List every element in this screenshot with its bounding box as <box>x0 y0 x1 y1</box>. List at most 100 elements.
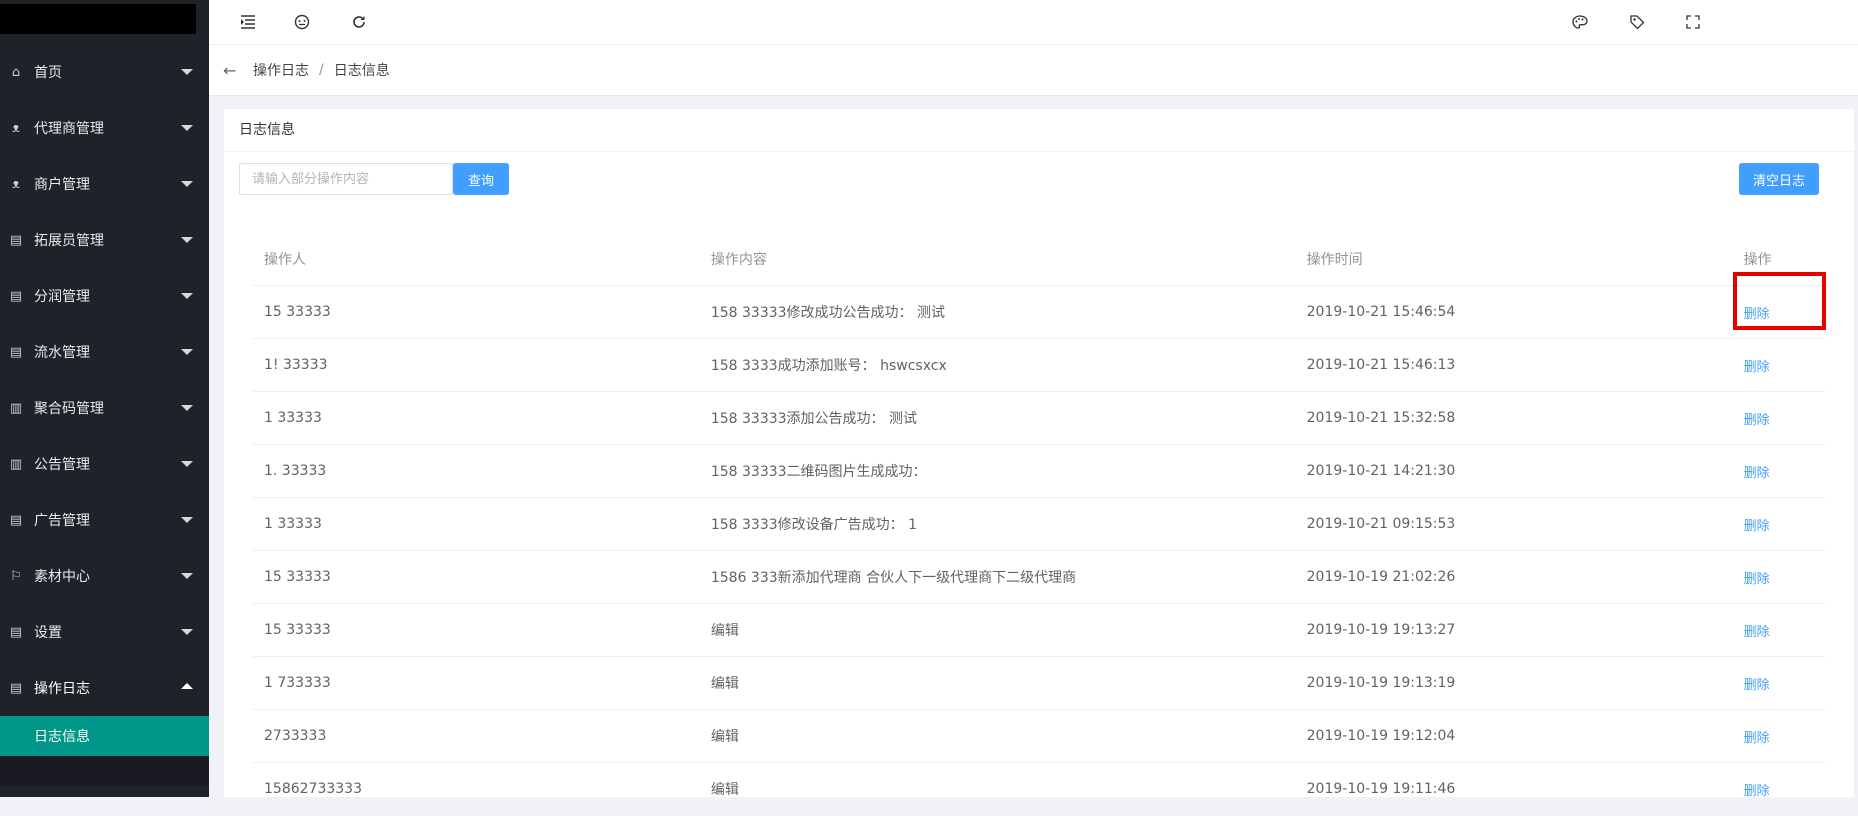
sidebar-item-label: 聚合码管理 <box>34 401 104 417</box>
table-row: 15862733333 编辑 2019-10-19 19:11:46 删除 <box>253 763 1825 816</box>
time-cell: 2019-10-21 15:32:58 <box>1306 410 1456 426</box>
chevron-down-icon <box>181 69 193 75</box>
sidebar-item[interactable]: ▤ 拓展员管理 <box>0 212 209 268</box>
palette-icon[interactable] <box>1570 12 1590 32</box>
sidebar-menu: ⌂ 首页 ᴥ 代理商管理 ᴥ 商户管理 ▤ 拓展员管理 ▤ 分润管理 ▤ 流水管理 ▥ 聚合码管理 ▥ 公告管… <box>0 44 209 786</box>
chevron-down-icon <box>181 461 193 467</box>
content-cell: 158 3333成功添加账号： hswcsxcx <box>710 358 947 374</box>
content-cell: 编辑 <box>710 729 739 745</box>
sidebar-item-label: 流水管理 <box>34 345 90 361</box>
table-row: 1! 33333 158 3333成功添加账号： hswcsxcx 2019-10-… <box>253 339 1825 392</box>
operator-cell: 15862733333 <box>264 781 362 797</box>
time-cell: 2019-10-19 19:13:19 <box>1306 675 1456 691</box>
table-body: 15 33333 158 33333修改成功公告成功： 测试 2019-10-21 … <box>253 286 1825 816</box>
user-icon: ᴥ <box>12 177 20 192</box>
back-arrow-icon[interactable]: ← <box>223 61 243 80</box>
table-row: 15 33333 158 33333修改成功公告成功： 测试 2019-10-21 … <box>253 286 1825 339</box>
face-icon[interactable] <box>292 12 312 32</box>
sidebar-item[interactable]: ⌂ 首页 <box>0 44 209 100</box>
column-header-action: 操作 <box>1743 252 1772 268</box>
table-row: 1 33333 158 33333添加公告成功： 测试 2019-10-21 15:… <box>253 392 1825 445</box>
query-button[interactable]: 查询 <box>453 163 509 195</box>
chevron-down-icon <box>181 629 193 635</box>
menu-toggle-icon[interactable] <box>238 12 258 32</box>
chevron-down-icon <box>181 405 193 411</box>
search-input[interactable] <box>239 163 453 195</box>
table-row: 1 733333 编辑 2019-10-19 19:13:19 删除 <box>253 657 1825 710</box>
breadcrumb-item-log-info: 日志信息 <box>333 63 390 79</box>
chevron-up-icon <box>181 683 193 689</box>
delete-cell: 删除 <box>1744 515 1825 534</box>
operator-cell: 1 733333 <box>264 675 331 691</box>
sidebar-item[interactable]: ▤ 设置 <box>0 604 209 660</box>
table-row: 1. 33333 158 33333二维码图片生成成功： 2019-10-21 14… <box>253 445 1825 498</box>
chevron-down-icon <box>181 349 193 355</box>
operator-cell: 15 33333 <box>264 304 331 320</box>
delete-link[interactable]: 删除 <box>1744 466 1770 481</box>
content-cell: 编辑 <box>710 623 739 639</box>
sidebar-item-label: 分润管理 <box>34 289 90 305</box>
sidebar-item[interactable]: ᴥ 商户管理 <box>0 156 209 212</box>
table-row: 15 33333 1586 333新添加代理商 合伙人下一级代理商下二级代理商 20… <box>253 551 1825 604</box>
clear-log-button[interactable]: 清空日志 <box>1739 163 1819 195</box>
delete-link[interactable]: 删除 <box>1744 519 1770 534</box>
sidebar-item[interactable]: ▤ 操作日志 <box>0 660 209 716</box>
sidebar-item-label: 首页 <box>34 65 62 81</box>
clipboard-icon: ▤ <box>9 512 23 528</box>
sidebar-item[interactable]: ⚐ 素材中心 <box>0 548 209 604</box>
column-header-operator: 操作人 <box>264 252 306 268</box>
table-row: 15 33333 编辑 2019-10-19 19:13:27 删除 <box>253 604 1825 657</box>
delete-link[interactable]: 删除 <box>1744 625 1770 640</box>
delete-link[interactable]: 删除 <box>1744 731 1770 746</box>
delete-cell: 删除 <box>1744 621 1825 640</box>
list-icon: ▥ <box>9 456 23 472</box>
time-cell: 2019-10-19 19:11:46 <box>1306 781 1456 797</box>
time-cell: 2019-10-19 19:12:04 <box>1306 728 1456 744</box>
sidebar-subitem-log-info[interactable]: 日志信息 <box>0 716 209 756</box>
table-row: 1 33333 158 3333修改设备广告成功： 1 2019-10-21 09:… <box>253 498 1825 551</box>
sidebar-item-label: 素材中心 <box>34 569 90 585</box>
log-table: 操作人 操作内容 操作时间 操作 15 33333 158 33333修改成功公告… <box>253 233 1825 816</box>
delete-cell: 删除 <box>1744 409 1825 428</box>
content-cell: 158 33333添加公告成功： 测试 <box>710 411 918 427</box>
time-cell: 2019-10-19 21:02:26 <box>1306 569 1456 585</box>
delete-link[interactable]: 删除 <box>1744 360 1770 375</box>
content-cell: 1586 333新添加代理商 合伙人下一级代理商下二级代理商 <box>710 570 1077 586</box>
operator-cell: 15 33333 <box>264 569 331 585</box>
tag-icon[interactable] <box>1627 12 1647 32</box>
breadcrumb-separator: / <box>319 62 324 78</box>
sidebar-item[interactable]: ▤ 流水管理 <box>0 324 209 380</box>
column-header-time: 操作时间 <box>1306 252 1363 268</box>
sidebar-item[interactable]: ▤ 分润管理 <box>0 268 209 324</box>
time-cell: 2019-10-19 19:13:27 <box>1306 622 1456 638</box>
operator-cell: 1 33333 <box>264 516 322 532</box>
delete-link[interactable]: 删除 <box>1744 572 1770 587</box>
operator-cell: 1. 33333 <box>264 463 327 479</box>
chevron-down-icon <box>181 517 193 523</box>
sidebar-item[interactable]: ▥ 公告管理 <box>0 436 209 492</box>
delete-link[interactable]: 删除 <box>1744 784 1770 799</box>
content-cell: 158 33333二维码图片生成成功： <box>710 464 927 480</box>
sidebar-item-label: 商户管理 <box>34 177 90 193</box>
clipboard-icon: ▤ <box>9 624 23 640</box>
sidebar-item-label: 设置 <box>34 625 62 641</box>
content-cell: 编辑 <box>710 676 739 692</box>
delete-link[interactable]: 删除 <box>1744 307 1770 322</box>
clipboard-icon: ▤ <box>9 680 23 696</box>
time-cell: 2019-10-21 15:46:13 <box>1306 357 1456 373</box>
sidebar-item[interactable]: ▤ 广告管理 <box>0 492 209 548</box>
breadcrumb-item-log[interactable]: 操作日志 <box>253 60 309 80</box>
time-cell: 2019-10-21 09:15:53 <box>1306 516 1456 532</box>
sidebar-item[interactable]: ᴥ 代理商管理 <box>0 100 209 156</box>
fullscreen-icon[interactable] <box>1683 12 1703 32</box>
time-cell: 2019-10-21 14:21:30 <box>1306 463 1456 479</box>
refresh-icon[interactable] <box>349 12 369 32</box>
table-row: 2733333 编辑 2019-10-19 19:12:04 删除 <box>253 710 1825 763</box>
content-cell: 编辑 <box>710 782 739 798</box>
sidebar-item[interactable]: ▥ 聚合码管理 <box>0 380 209 436</box>
delete-cell: 删除 <box>1744 303 1825 322</box>
delete-link[interactable]: 删除 <box>1744 413 1770 428</box>
delete-link[interactable]: 删除 <box>1744 678 1770 693</box>
delete-cell: 删除 <box>1744 356 1825 375</box>
sidebar-item-label: 操作日志 <box>34 681 90 697</box>
